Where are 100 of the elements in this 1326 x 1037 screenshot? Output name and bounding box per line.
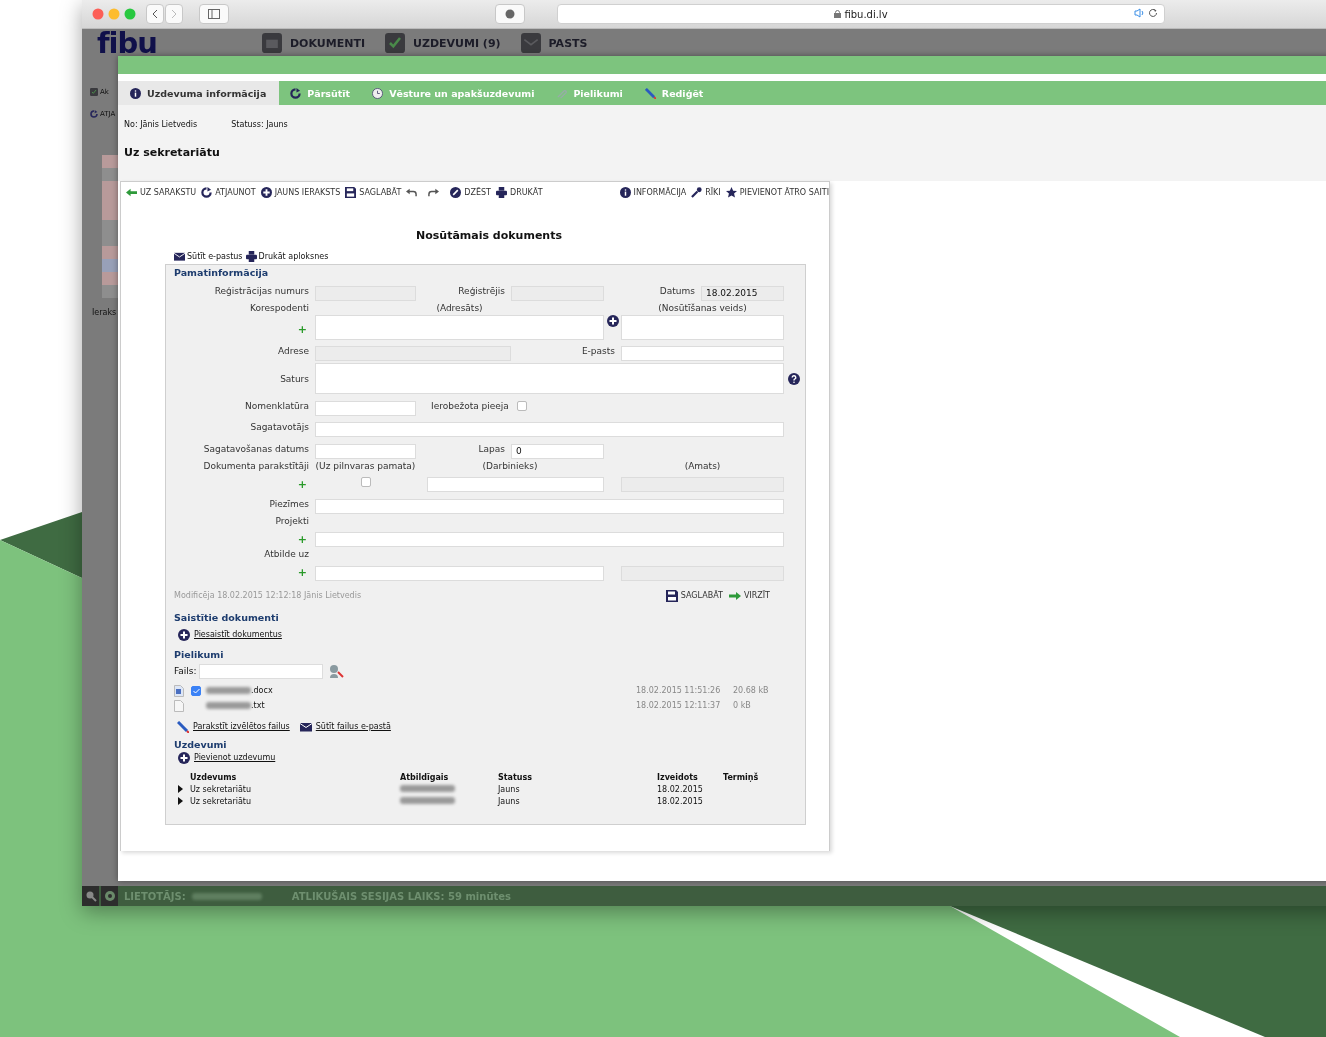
toolbar-button[interactable]: UZ SARAKSTU <box>126 186 197 198</box>
checkbox[interactable] <box>191 685 201 696</box>
envelope-icon[interactable] <box>520 33 541 53</box>
table-cell-text: Jauns <box>498 784 521 794</box>
input-field[interactable] <box>315 400 416 416</box>
user-search-icon[interactable] <box>327 664 344 678</box>
column-header: Termiņš <box>723 772 760 782</box>
settings-icon[interactable] <box>101 886 118 906</box>
printer-icon <box>496 186 507 198</box>
table-cell-text: Uz sekretariātu <box>190 796 252 806</box>
action-button[interactable]: VIRZĪT <box>728 589 770 602</box>
paperclip-icon <box>556 87 568 99</box>
section-heading: Uzdevumi <box>174 738 228 750</box>
privacy-button[interactable] <box>495 4 525 24</box>
action-button[interactable]: SAGLABĀT <box>665 589 723 602</box>
redacted-text <box>400 784 455 792</box>
toolbar-button[interactable]: SAGLABĀT <box>345 186 402 198</box>
input-field[interactable] <box>315 422 784 437</box>
app-logo[interactable]: fibu <box>97 29 157 58</box>
sidebar-icon <box>208 9 220 19</box>
reload-icon[interactable] <box>1148 8 1158 18</box>
input-field[interactable]: 0 <box>511 443 604 459</box>
attach-link[interactable]: Piesaistīt dokumentus <box>178 628 282 641</box>
field-label: Reģistrācijas numurs <box>213 285 310 296</box>
task-title: Uz sekretariātu <box>124 146 221 159</box>
input-field[interactable] <box>427 477 604 492</box>
input-field[interactable] <box>621 346 784 361</box>
nav-item[interactable]: DOKUMENTI <box>261 33 365 53</box>
checklist-icon[interactable] <box>385 33 405 53</box>
action-link[interactable]: Parakstīt izvēlētos failus <box>177 720 290 733</box>
input-field[interactable] <box>315 443 416 459</box>
field-label: E-pasts <box>580 346 616 357</box>
address-bar[interactable]: fibu.di.lv <box>557 4 1165 24</box>
field-label: Nomenklatūra <box>244 400 310 411</box>
speaker-icon[interactable] <box>1134 8 1144 18</box>
forward-arrow-icon <box>728 589 741 602</box>
input-field[interactable] <box>315 314 604 340</box>
file-field[interactable] <box>198 663 323 679</box>
column-note: (Uz pilnvaras pamata) <box>315 460 416 471</box>
table-cell-text: Jauns <box>498 796 521 806</box>
file-size: 0 kB <box>733 701 752 710</box>
action-button[interactable]: Drukāt aploksnes <box>245 251 329 262</box>
envelope-icon <box>299 720 312 733</box>
back-arrow-icon <box>126 186 137 198</box>
field-label: Reģistrējis <box>457 285 506 296</box>
file-date: 18.02.2015 11:51:26 <box>636 686 722 695</box>
wrench-icon <box>691 186 703 198</box>
redo-icon <box>428 186 440 198</box>
checkbox[interactable] <box>360 477 371 488</box>
help-icon[interactable] <box>788 372 800 385</box>
file-name[interactable]: .docx <box>251 686 273 695</box>
plus-circle-icon <box>606 314 619 327</box>
column-header: Atbildīgais <box>400 772 450 782</box>
add-task-link[interactable]: Pievienot uzdevumu <box>178 751 276 764</box>
toolbar-button[interactable] <box>406 186 418 198</box>
expand-icon[interactable] <box>178 785 184 793</box>
info-icon <box>619 186 631 198</box>
input-field[interactable] <box>621 314 784 340</box>
nav-item[interactable]: PASTS <box>520 33 588 53</box>
field-label: Korespodenti <box>249 302 310 313</box>
toolbar-button[interactable]: INFORMĀCIJA <box>619 186 687 198</box>
checkbox[interactable] <box>516 400 527 411</box>
field-label: Ierobežota pieeja <box>431 400 509 411</box>
field-label: Sagatavotājs <box>249 422 310 433</box>
action-link[interactable]: Sūtīt failus e-pastā <box>299 720 391 733</box>
refresh-icon <box>201 186 213 198</box>
lock-icon <box>834 10 842 18</box>
field-label: Piezīmes <box>268 498 310 509</box>
input-field[interactable] <box>315 498 784 514</box>
redacted-text <box>400 796 455 804</box>
nav-item[interactable]: UZDEVUMI (9) <box>385 33 501 53</box>
toolbar-button[interactable]: DRUKĀT <box>496 186 543 198</box>
toolbar-button[interactable]: DZĒST <box>450 186 491 198</box>
file-size: 20.68 kB <box>733 686 770 695</box>
field-label: Datums <box>658 285 696 296</box>
window-controls[interactable] <box>92 8 138 20</box>
column-header: Uzdevums <box>190 772 238 782</box>
forward-button[interactable] <box>165 4 183 24</box>
back-button[interactable] <box>146 4 164 24</box>
folder-icon[interactable] <box>261 33 282 53</box>
toolbar-button[interactable]: ATJAUNOT <box>201 186 256 198</box>
modified-text: Modificēja 18.02.2015 12:12:18 Jānis Lietvedis <box>174 591 363 600</box>
column-header: Statuss <box>498 772 534 782</box>
input-field[interactable] <box>315 565 604 581</box>
input-field[interactable] <box>315 363 784 394</box>
expand-icon[interactable] <box>178 797 184 805</box>
checklist-icon[interactable] <box>90 88 98 96</box>
action-button[interactable]: Sūtīt e-pastus <box>174 251 243 262</box>
input-field[interactable] <box>315 532 784 547</box>
tab[interactable]: Uzdevuma informācija <box>118 81 280 105</box>
column-header: Izveidots <box>657 772 699 782</box>
user-search-icon[interactable] <box>82 886 99 906</box>
sidebar-button[interactable] <box>199 4 229 24</box>
toolbar-button[interactable] <box>428 186 440 198</box>
toolbar-button[interactable]: JAUNS IERAKSTS <box>260 186 341 198</box>
toolbar-button[interactable]: RĪKI <box>691 186 721 198</box>
plus-circle-icon <box>178 751 190 764</box>
toolbar-button[interactable]: PIEVIENOT ĀTRO SAITI <box>725 186 829 198</box>
refresh-icon <box>90 110 98 118</box>
file-name[interactable]: .txt <box>251 701 265 710</box>
